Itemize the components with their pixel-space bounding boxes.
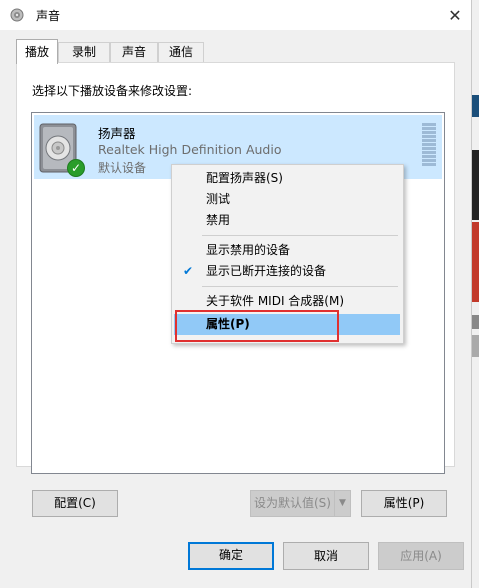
annotation-highlight-box	[175, 310, 339, 342]
properties-button[interactable]: 属性(P)	[361, 490, 447, 517]
ok-button[interactable]: 确定	[188, 542, 274, 570]
tab-playback[interactable]: 播放	[16, 39, 58, 64]
menu-item-show-disconnected-devices[interactable]: ✔ 显示已断开连接的设备	[174, 261, 400, 282]
menu-item-show-disabled-devices[interactable]: 显示禁用的设备	[174, 240, 400, 261]
menu-item-about-midi-synth[interactable]: 关于软件 MIDI 合成器(M)	[174, 291, 400, 312]
device-name: 扬声器	[98, 126, 136, 141]
close-button[interactable]: ✕	[438, 0, 472, 30]
tab-sounds[interactable]: 声音	[110, 42, 158, 62]
check-badge-icon: ✓	[67, 159, 85, 177]
device-status: 默认设备	[98, 161, 147, 175]
menu-item-label: 显示已断开连接的设备	[206, 264, 327, 278]
apply-button[interactable]: 应用(A)	[378, 542, 464, 570]
background-window	[472, 0, 479, 588]
device-description: Realtek High Definition Audio	[98, 142, 282, 157]
sound-dialog: 声音 ✕ 播放 录制 声音 通信 选择以下播放设备来修改设置: ✓ 扬声器 Re…	[0, 0, 472, 588]
menu-item-configure-speakers[interactable]: 配置扬声器(S)	[174, 168, 400, 189]
tab-communications[interactable]: 通信	[158, 42, 204, 62]
title-bar: 声音 ✕	[0, 0, 471, 30]
menu-item-disable[interactable]: 禁用	[174, 210, 400, 231]
configure-button[interactable]: 配置(C)	[32, 490, 118, 517]
menu-item-label: 关于软件 MIDI 合成器(M)	[206, 294, 345, 308]
window-title: 声音	[36, 9, 61, 23]
volume-level-meter	[422, 123, 438, 169]
menu-item-label: 配置扬声器(S)	[206, 171, 283, 185]
cancel-button[interactable]: 取消	[283, 542, 369, 570]
set-default-button[interactable]: 设为默认值(S)	[250, 490, 335, 517]
close-icon: ✕	[448, 5, 462, 25]
checkmark-icon: ✔	[183, 264, 194, 278]
menu-item-label: 测试	[206, 192, 231, 206]
menu-item-test[interactable]: 测试	[174, 189, 400, 210]
menu-separator	[202, 235, 398, 236]
menu-item-label: 显示禁用的设备	[206, 243, 291, 257]
menu-separator	[202, 286, 398, 287]
instruction-text: 选择以下播放设备来修改设置:	[32, 84, 193, 98]
sound-app-icon	[10, 8, 24, 22]
set-default-dropdown-arrow[interactable]: ▼	[334, 490, 351, 517]
tab-recording[interactable]: 录制	[58, 42, 110, 62]
menu-item-label: 禁用	[206, 213, 231, 227]
